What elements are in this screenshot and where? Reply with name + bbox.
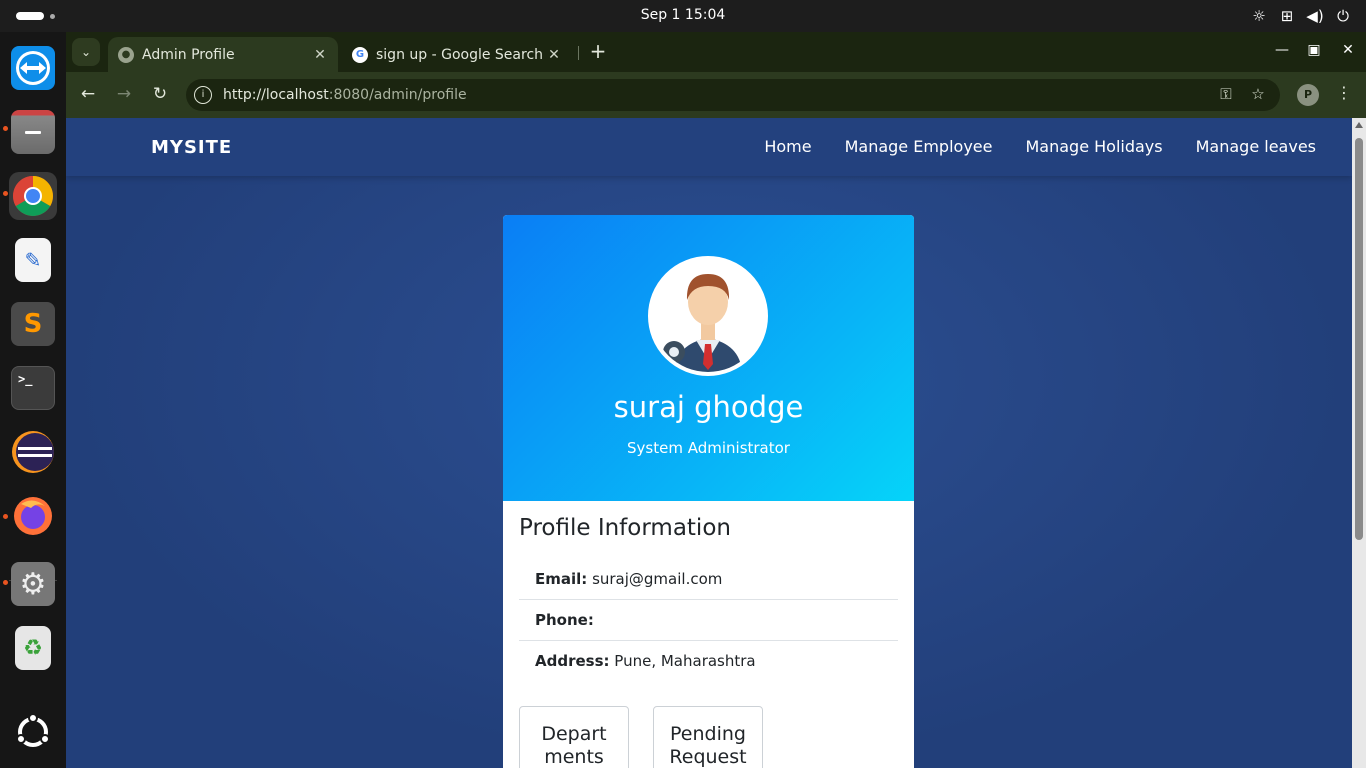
show-apps-icon[interactable] (9, 708, 57, 756)
browser-window: ⌄ ● Admin Profile ✕ G sign up - Google S… (66, 32, 1366, 768)
action-tiles: Depart ments Pending Request (519, 706, 898, 768)
bookmark-star-icon[interactable]: ☆ (1248, 85, 1268, 105)
pending-request-tile[interactable]: Pending Request (653, 706, 763, 768)
forward-button[interactable]: → (111, 82, 137, 108)
email-value: suraj@gmail.com (592, 570, 723, 588)
address-row: Address: Pune, Maharashtra (519, 641, 898, 682)
settings-icon[interactable]: ⚙ (9, 560, 57, 608)
nav-home[interactable]: Home (764, 137, 811, 156)
browser-toolbar: ← → ↻ i http://localhost:8080/admin/prof… (66, 72, 1366, 118)
google-icon: G (352, 46, 368, 63)
tab-search-button[interactable]: ⌄ (72, 38, 100, 66)
volume-icon[interactable]: ◀) (1306, 7, 1324, 25)
phone-label: Phone: (535, 611, 594, 629)
teamviewer-icon[interactable] (9, 44, 57, 92)
reload-button[interactable]: ↻ (147, 82, 173, 108)
eclipse-icon[interactable] (9, 428, 57, 476)
maximize-icon[interactable]: ▣ (1304, 42, 1324, 62)
nav-manage-holidays[interactable]: Manage Holidays (1025, 137, 1162, 156)
address-bar[interactable]: i http://localhost:8080/admin/profile ⚿ … (186, 79, 1280, 111)
sublime-text-icon[interactable]: S (9, 300, 57, 348)
minimize-icon[interactable]: — (1272, 42, 1292, 62)
back-button[interactable]: ← (75, 82, 101, 108)
nav-manage-leaves[interactable]: Manage leaves (1196, 137, 1316, 156)
tab-title: sign up - Google Search (376, 46, 544, 63)
more-menu-icon[interactable]: ⋮ (1334, 83, 1354, 102)
clock[interactable]: Sep 1 15:04 (0, 7, 1366, 23)
firefox-icon[interactable] (9, 492, 57, 540)
tile-label-line2: Request (669, 746, 747, 768)
tile-label-line1: Pending (670, 723, 746, 745)
tab-google-search[interactable]: G sign up - Google Search ✕ (342, 37, 572, 72)
site-navbar: MYSITE Home Manage Employee Manage Holid… (66, 118, 1352, 176)
profile-avatar[interactable]: P (1297, 84, 1319, 106)
text-editor-icon[interactable]: ✎ (9, 236, 57, 284)
new-tab-button[interactable]: + (586, 40, 610, 64)
admin-avatar-icon (652, 260, 764, 372)
address-value: Pune, Maharashtra (614, 652, 756, 670)
site-info-icon[interactable]: i (194, 86, 212, 104)
dock: ✎ S >_ ⚙ ♻ (0, 32, 66, 768)
profile-role: System Administrator (627, 439, 790, 457)
files-icon[interactable] (9, 108, 57, 156)
nav-manage-employee[interactable]: Manage Employee (845, 137, 993, 156)
terminal-icon[interactable]: >_ (9, 364, 57, 412)
tab-strip: ⌄ ● Admin Profile ✕ G sign up - Google S… (66, 32, 1366, 72)
profile-body: Profile Information Email: suraj@gmail.c… (503, 501, 914, 768)
tile-label-line1: Depart (541, 723, 607, 745)
scrollbar-thumb[interactable] (1355, 138, 1363, 540)
network-icon[interactable]: ⊞ (1278, 7, 1296, 25)
system-tray[interactable]: ☼ ⊞ ◀) ⏻ (1250, 7, 1352, 25)
close-tab-icon[interactable]: ✕ (312, 47, 328, 63)
close-window-icon[interactable]: ✕ (1338, 42, 1358, 62)
phone-row: Phone: (519, 600, 898, 641)
tab-title: Admin Profile (142, 46, 235, 63)
trash-icon[interactable]: ♻ (9, 624, 57, 672)
tab-admin-profile[interactable]: ● Admin Profile ✕ (108, 37, 338, 72)
avatar (648, 256, 768, 376)
page-scrollbar[interactable] (1352, 118, 1366, 768)
scroll-up-arrow-icon[interactable] (1355, 122, 1363, 128)
address-label: Address: (535, 652, 610, 670)
profile-name: suraj ghodge (613, 390, 804, 424)
tab-separator (578, 46, 579, 60)
password-key-icon[interactable]: ⚿ (1216, 85, 1236, 105)
tile-label-line2: ments (544, 746, 604, 768)
system-top-bar: Sep 1 15:04 ☼ ⊞ ◀) ⏻ (0, 0, 1366, 32)
brightness-icon[interactable]: ☼ (1250, 7, 1268, 25)
section-title: Profile Information (519, 515, 731, 541)
close-tab-icon[interactable]: ✕ (546, 47, 562, 63)
profile-card: suraj ghodge System Administrator Profil… (503, 215, 914, 768)
info-list: Email: suraj@gmail.com Phone: Address: P… (519, 559, 898, 682)
chrome-icon[interactable] (9, 172, 57, 220)
url-text[interactable]: http://localhost:8080/admin/profile (223, 87, 467, 103)
site-brand[interactable]: MYSITE (151, 137, 232, 158)
site-nav-links: Home Manage Employee Manage Holidays Man… (764, 137, 1316, 156)
globe-icon: ● (118, 46, 134, 63)
profile-header: suraj ghodge System Administrator (503, 215, 914, 501)
page-viewport: MYSITE Home Manage Employee Manage Holid… (66, 118, 1352, 768)
email-row: Email: suraj@gmail.com (519, 559, 898, 600)
power-icon[interactable]: ⏻ (1334, 7, 1352, 25)
email-label: Email: (535, 570, 588, 588)
departments-tile[interactable]: Depart ments (519, 706, 629, 768)
